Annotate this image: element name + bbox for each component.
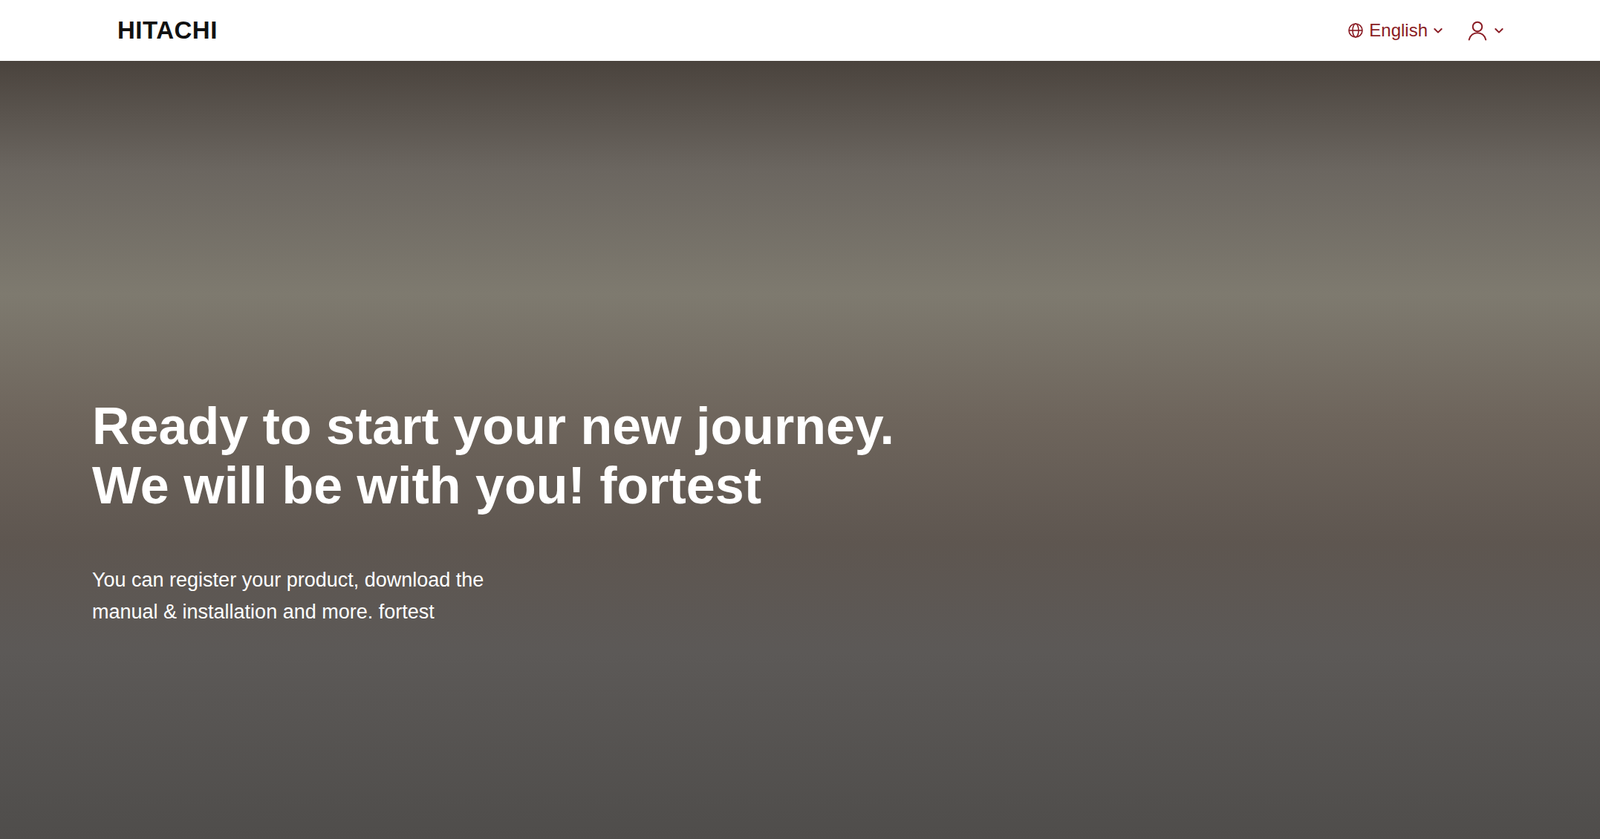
hero-text: Ready to start your new journey.We will …: [0, 60, 895, 629]
user-icon: [1466, 19, 1489, 42]
chevron-down-icon: [1493, 24, 1505, 37]
language-label: English: [1368, 20, 1428, 41]
globe-icon: [1346, 21, 1365, 40]
language-selector[interactable]: English: [1345, 17, 1446, 44]
page: HITACHI English Ready to start your new jo…: [0, 0, 1600, 839]
hitachi-logo[interactable]: HITACHI: [117, 16, 218, 45]
hero-banner: Ready to start your new journey.We will …: [0, 60, 1600, 839]
hero-title-line: We will be with you! fortest: [92, 456, 895, 516]
hero-subtitle: You can register your product, download …: [92, 564, 538, 629]
top-bar: HITACHI English: [0, 0, 1600, 61]
chevron-down-icon: [1432, 24, 1445, 37]
hero-title: Ready to start your new journey.We will …: [92, 396, 895, 516]
header-actions: English: [1345, 16, 1507, 45]
hero-title-line: Ready to start your new journey.: [92, 396, 895, 457]
account-menu[interactable]: [1464, 16, 1507, 45]
